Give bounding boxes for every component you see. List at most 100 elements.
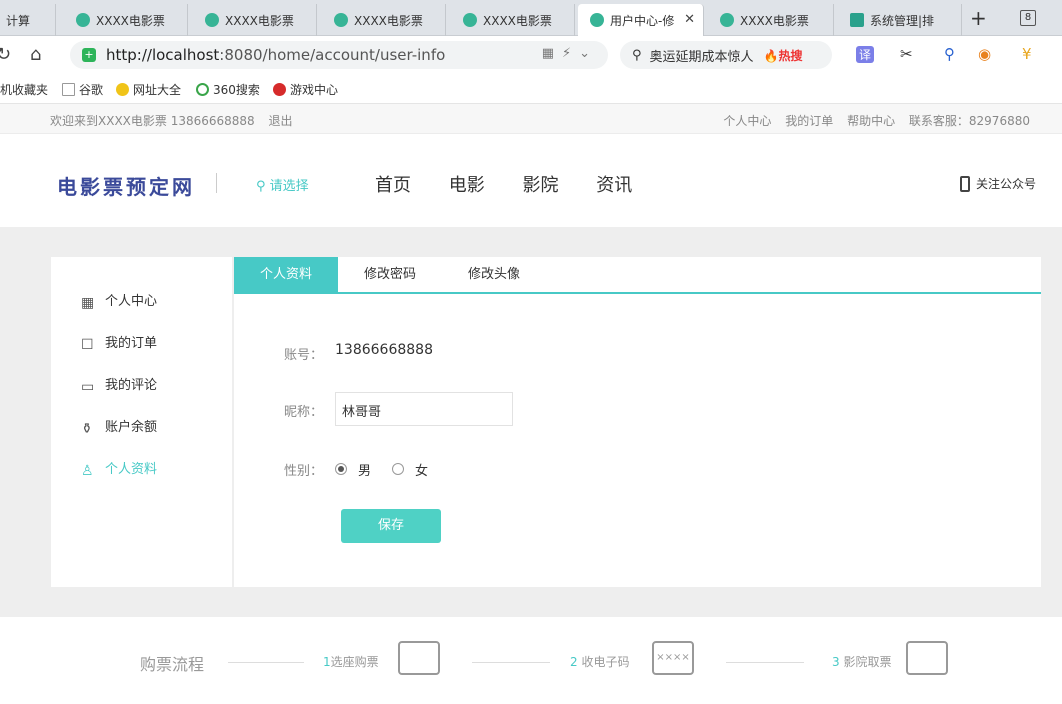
gamepad-icon[interactable]: ◉ xyxy=(978,45,991,63)
nickname-label: 昵称： xyxy=(284,405,324,420)
logout-link[interactable]: 退出 xyxy=(269,114,293,128)
tab-change-avatar[interactable]: 修改头像 xyxy=(442,257,546,292)
profile-panel: 个人资料 修改密码 修改头像 账号： 13866668888 昵称： 林哥哥 性… xyxy=(234,257,1041,587)
account-label: 账号： xyxy=(284,348,324,363)
tab-label: XXXX电影票 xyxy=(354,13,423,28)
bookmark-item[interactable]: 网址大全 xyxy=(116,81,181,98)
save-button[interactable]: 保存 xyxy=(341,509,441,543)
user-icon: ♙ xyxy=(81,463,94,479)
follow-wechat-link[interactable]: 关注公众号 xyxy=(960,175,1036,192)
magnifier-icon[interactable]: ⚲ xyxy=(944,45,955,63)
reload-icon[interactable]: ↻ xyxy=(0,44,11,65)
nav-movies[interactable]: 电影 xyxy=(449,175,485,196)
browser-tab[interactable]: 系统管理|排 xyxy=(838,4,962,36)
bookmark-item[interactable]: 机收藏夹 xyxy=(0,81,48,98)
process-divider xyxy=(472,662,550,663)
address-bar[interactable]: + http://localhost:8080/home/account/use… xyxy=(70,41,608,69)
search-text: 奥运延期成本惊人 xyxy=(649,49,754,65)
site-header: 电影票预定网 ⚲ 请选择 首页 电影 影院 资讯 关注公众号 xyxy=(0,135,1062,227)
bookmark-item[interactable]: 游戏中心 xyxy=(273,81,338,98)
search-icon: ⚲ xyxy=(632,47,642,63)
message-code-icon: ×××× xyxy=(652,641,694,675)
phone-icon xyxy=(960,176,970,192)
browser-search-box[interactable]: ⚲ 奥运延期成本惊人 🔥热搜 xyxy=(620,41,832,69)
sidebar-item-profile[interactable]: ♙ 个人资料 xyxy=(81,458,157,478)
browser-tab[interactable]: XXXX电影票 xyxy=(322,4,446,36)
tab-label: 系统管理|排 xyxy=(870,13,935,28)
top-info-strip: 欢迎来到XXXX电影票 13866668888 退出 个人中心 我的订单 帮助中… xyxy=(0,104,1062,134)
home-icon[interactable]: ⌂ xyxy=(30,44,41,65)
profile-tabs: 个人资料 修改密码 修改头像 xyxy=(234,257,1041,294)
browser-tab[interactable]: XXXX电影票 xyxy=(193,4,317,36)
tab-change-password[interactable]: 修改密码 xyxy=(338,257,442,292)
browser-tab[interactable]: XXXX电影票 xyxy=(451,4,575,36)
site-favicon-icon xyxy=(463,13,477,27)
nav-news[interactable]: 资讯 xyxy=(596,175,632,196)
gender-label: 性别： xyxy=(284,464,324,479)
browser-tab[interactable]: XXXX电影票 xyxy=(64,4,188,36)
comment-icon: ▭ xyxy=(81,379,95,395)
logo-divider xyxy=(216,173,217,193)
account-value: 13866668888 xyxy=(335,342,433,358)
bookmark-item[interactable]: 360搜索 xyxy=(196,81,260,98)
process-title: 购票流程 xyxy=(140,655,205,674)
gender-female-label[interactable]: 女 xyxy=(415,460,428,479)
browser-tab-bar: 计算 XXXX电影票 XXXX电影票 XXXX电影票 XXXX电影票 用户中心-… xyxy=(0,0,1062,36)
nickname-input[interactable]: 林哥哥 xyxy=(335,392,513,426)
ticket-machine-icon xyxy=(906,641,948,675)
site-favicon-icon xyxy=(205,13,219,27)
url-text: http://localhost:8080/home/account/user-… xyxy=(106,46,446,64)
translate-icon[interactable]: 译 xyxy=(856,46,875,63)
tab-label: XXXX电影票 xyxy=(483,13,552,28)
process-divider xyxy=(726,662,804,663)
sidebar-item-comments[interactable]: ▭ 我的评论 xyxy=(81,374,157,394)
process-step: 1选座购票 xyxy=(323,655,379,669)
process-step: 2 收电子码 xyxy=(570,655,630,669)
tab-profile[interactable]: 个人资料 xyxy=(234,257,338,292)
address-actions-icon[interactable]: ▦⚡⌄ xyxy=(542,46,598,61)
bookmarks-bar: 机收藏夹 谷歌 网址大全 360搜索 游戏中心 xyxy=(0,74,1062,104)
city-selector[interactable]: ⚲ 请选择 xyxy=(256,175,309,194)
sidebar-item-balance[interactable]: ⚱ 账户余额 xyxy=(81,416,157,436)
site-favicon-icon xyxy=(720,13,734,27)
bookmark-item[interactable]: 谷歌 xyxy=(62,81,103,98)
tab-label: XXXX电影票 xyxy=(225,13,294,28)
top-link-orders[interactable]: 我的订单 xyxy=(785,114,833,128)
ticket-process: 购票流程 1选座购票 2 收电子码 ×××× 3 影院取票 xyxy=(0,617,1062,704)
nav-home[interactable]: 首页 xyxy=(375,175,411,196)
secure-shield-icon: + xyxy=(82,48,96,62)
top-link-help[interactable]: 帮助中心 xyxy=(847,114,895,128)
main-nav: 首页 电影 影院 资讯 xyxy=(375,171,664,197)
hot-search-label[interactable]: 🔥热搜 xyxy=(764,47,803,64)
360-search-icon xyxy=(196,83,209,96)
nav-cinemas[interactable]: 影院 xyxy=(522,175,558,196)
sidebar-item-orders[interactable]: ☐ 我的订单 xyxy=(81,332,157,352)
web-page: 欢迎来到XXXX电影票 13866668888 退出 个人中心 我的订单 帮助中… xyxy=(0,104,1062,704)
tab-label: XXXX电影票 xyxy=(96,13,165,28)
browser-toolbar: ↻ ⌂ + http://localhost:8080/home/account… xyxy=(0,36,1062,74)
tab-count-badge[interactable]: 8 xyxy=(1020,10,1036,26)
gender-male-label[interactable]: 男 xyxy=(358,460,371,479)
welcome-text: 欢迎来到XXXX电影票 13866668888 xyxy=(50,114,255,128)
top-link-user-center[interactable]: 个人中心 xyxy=(723,114,771,128)
scissors-icon[interactable]: ✂ xyxy=(900,45,913,63)
browser-tab-active[interactable]: 用户中心-修 ✕ xyxy=(578,4,704,36)
close-icon[interactable]: ✕ xyxy=(684,12,695,27)
new-tab-button[interactable]: + xyxy=(970,6,987,30)
top-link-support[interactable]: 联系客服：82976880 xyxy=(909,114,1030,128)
page-icon xyxy=(62,83,75,96)
browser-tab[interactable]: XXXX电影票 xyxy=(708,4,834,36)
browser-tab[interactable]: 计算 xyxy=(0,4,56,36)
tab-label: XXXX电影票 xyxy=(740,13,809,28)
site-favicon-icon xyxy=(334,13,348,27)
process-step: 3 影院取票 xyxy=(832,655,892,669)
wallet-ext-icon[interactable]: ¥ xyxy=(1022,45,1032,63)
tab-label: 计算 xyxy=(6,13,31,28)
gender-male-radio[interactable] xyxy=(335,463,347,475)
site-favicon-icon xyxy=(76,13,90,27)
sidebar-item-user-center[interactable]: ▦ 个人中心 xyxy=(81,290,157,310)
process-divider xyxy=(228,662,304,663)
gender-female-radio[interactable] xyxy=(392,463,404,475)
nav-site-icon xyxy=(116,83,129,96)
site-logo[interactable]: 电影票预定网 xyxy=(57,171,195,200)
